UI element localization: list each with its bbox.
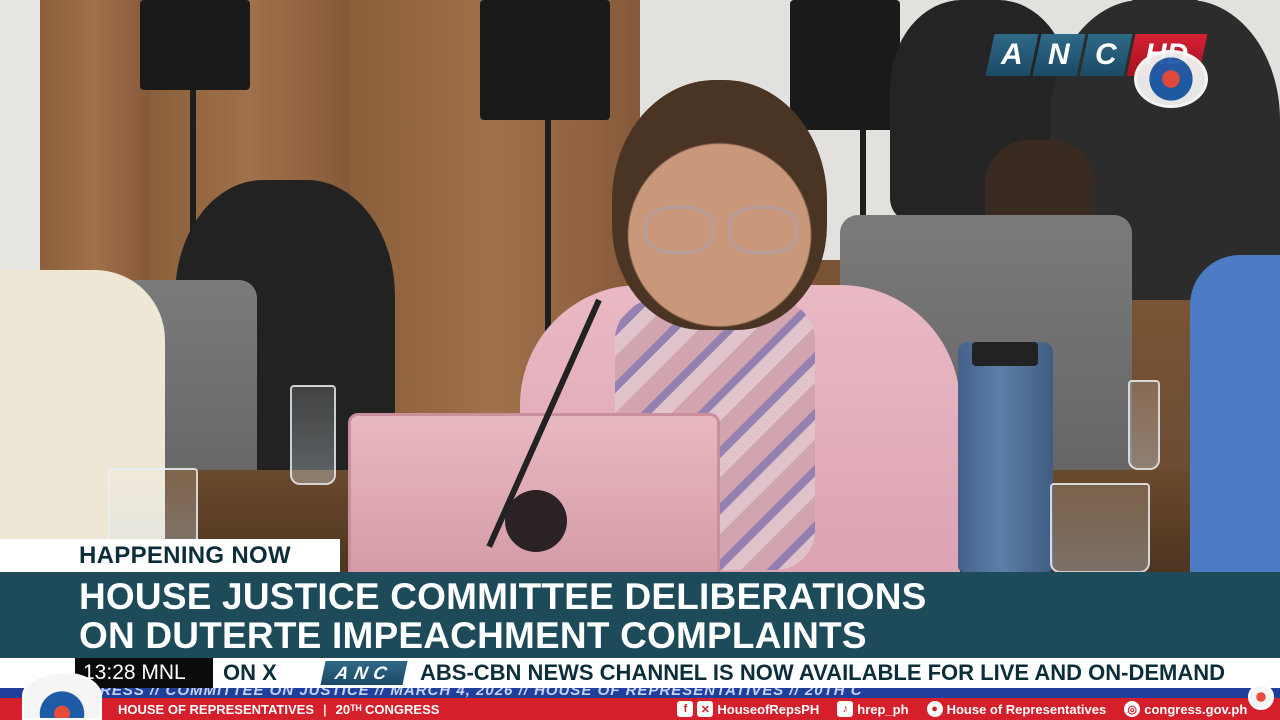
tv-camera [480,0,610,120]
logo-letter: A [985,34,1039,76]
ticker-text: ABS-CBN NEWS CHANNEL IS NOW AVAILABLE FO… [420,660,1226,685]
tv-camera [790,0,900,130]
logo-letter-text: A [1001,38,1023,71]
footer-tiktok-handle: hrep_ph [857,701,909,717]
house-info-strip: RESS // COMMITTEE ON JUSTICE // MARCH 4,… [0,688,1280,698]
logo-letter: N [1032,34,1086,76]
speaker-head [612,80,827,330]
news-ticker: 13:28 MNL ON X ANC ABS-CBN NEWS CHANNEL … [0,658,1280,688]
tiktok-icon: ♪ [837,701,854,717]
logo-letter-text: C [1095,38,1117,71]
tv-camera [140,0,250,90]
headline-line-1: HOUSE JUSTICE COMMITTEE DELIBERATIONS [79,576,927,617]
water-bottle-cap [972,342,1038,366]
drinking-glass [108,468,198,548]
footer-facebook-page: House of Representatives [946,701,1107,717]
anc-ticker-logo: ANC [320,661,408,685]
footer-website-text: congress.gov.ph [1144,701,1248,717]
eyeglasses [644,206,714,254]
globe-icon: ◎ [1124,701,1141,717]
footer-social: f ✕ HouseofRepsPH [677,701,819,717]
house-seal-icon [22,672,102,720]
footer-facebook: ● House of Representatives [926,701,1107,717]
ticker-lead-text: ON X [223,660,277,685]
happening-now-tag: HAPPENING NOW [0,539,340,572]
logo-letter: C [1079,34,1133,76]
footer-tiktok: ♪ hrep_ph [837,701,909,717]
tablet-stand [505,490,567,552]
drinking-glass [290,385,336,485]
house-info-strip-text: RESS // COMMITTEE ON JUSTICE // MARCH 4,… [100,688,863,698]
x-icon: ✕ [697,701,714,717]
separator: | [323,701,327,717]
house-footer: HOUSE OF REPRESENTATIVES | 20ᵀᴴ CONGRESS… [0,698,1280,720]
person-foreground-right [1190,255,1280,575]
house-seal-icon [1248,684,1274,710]
house-seal-icon [1134,50,1208,108]
tripod [860,130,866,220]
anc-ticker-logo-text: ANC [333,662,395,683]
footer-congress: 20ᵀᴴ CONGRESS [335,701,440,717]
footer-social-handle: HouseofRepsPH [717,701,820,717]
footer-website: ◎ congress.gov.ph [1124,701,1247,717]
water-bottle [958,342,1053,572]
house-seal-icon: ● [926,701,943,717]
background-wall [0,0,40,300]
headline-line-2: ON DUTERTE IMPEACHMENT COMPLAINTS [79,615,867,656]
drinking-glass [1050,483,1150,573]
eyeglasses [728,206,798,254]
drinking-glass [1128,380,1160,470]
headline-banner: HOUSE JUSTICE COMMITTEE DELIBERATIONS ON… [0,572,1280,658]
facebook-icon: f [677,701,694,717]
logo-letter-text: N [1048,38,1070,71]
footer-org: HOUSE OF REPRESENTATIVES [118,701,314,717]
